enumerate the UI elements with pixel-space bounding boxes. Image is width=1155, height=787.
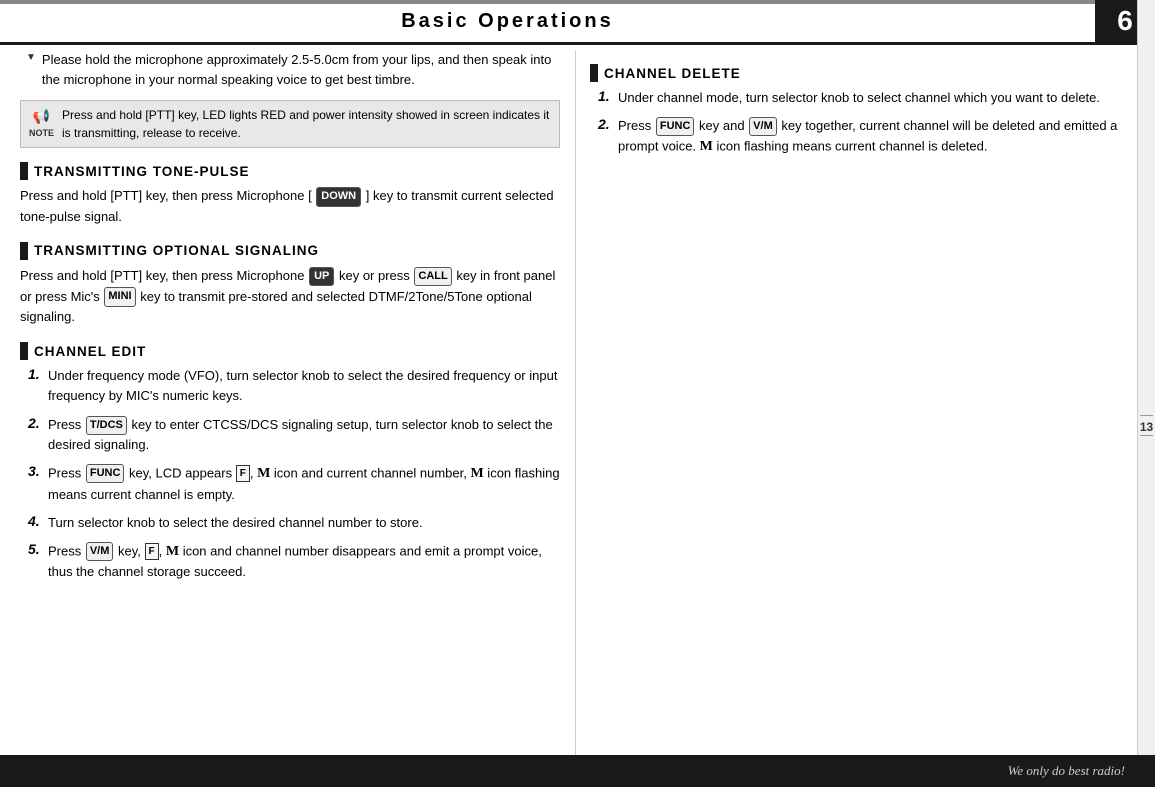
channel-edit-item-5: 5. Press V/M key, F, M icon and channel …: [28, 541, 560, 583]
up-key-badge: UP: [309, 267, 334, 287]
channel-edit-list: 1. Under frequency mode (VFO), turn sele…: [20, 366, 560, 582]
left-column: ▼ Please hold the microphone approximate…: [20, 50, 560, 591]
section-channel-edit-heading: CHANNEL EDIT: [20, 342, 560, 360]
bullet-icon: ▼: [26, 52, 36, 63]
page-title: Basic Operations: [401, 10, 614, 33]
note-box: 📢 NOTE Press and hold [PTT] key, LED lig…: [20, 100, 560, 148]
note-speaker-icon: 📢: [33, 106, 50, 127]
item-text-2: Press T/DCS key to enter CTCSS/DCS signa…: [48, 415, 560, 455]
del-item-text-1: Under channel mode, turn selector knob t…: [618, 88, 1100, 108]
section-optional-signaling-body: Press and hold [PTT] key, then press Mic…: [20, 266, 560, 328]
note-icon-area: 📢 NOTE: [29, 106, 54, 141]
tone-pulse-text1: Press and hold [PTT] key, then press Mic…: [20, 188, 315, 203]
m-icon-del: M: [700, 136, 713, 158]
footer-tagline: We only do best radio!: [1008, 763, 1125, 779]
intro-bullet: ▼ Please hold the microphone approximate…: [20, 50, 560, 90]
section-title-tone-pulse: TRANSMITTING TONE-PULSE: [34, 164, 250, 179]
m-icon-3b: M: [470, 463, 483, 485]
section-title-channel-edit: CHANNEL EDIT: [34, 344, 146, 359]
note-text: Press and hold [PTT] key, LED lights RED…: [62, 106, 551, 142]
intro-text: Please hold the microphone approximately…: [42, 50, 560, 90]
section-bar-icon2: [20, 242, 28, 260]
section-title-channel-delete: CHANNEL DELETE: [604, 66, 741, 81]
section-bar-icon3: [20, 342, 28, 360]
sidebar-page-number: 13: [1140, 420, 1153, 434]
page-footer: We only do best radio!: [0, 755, 1155, 787]
section-channel-delete-heading: CHANNEL DELETE: [590, 64, 1130, 82]
item-num-2: 2.: [28, 415, 44, 431]
section-bar-icon: [20, 162, 28, 180]
f-icon-5: F: [145, 543, 159, 561]
item-num-3: 3.: [28, 463, 44, 479]
header-title-area: Basic Operations: [0, 0, 1095, 42]
item-num-5: 5.: [28, 541, 44, 557]
opt-sig-text1: Press and hold [PTT] key, then press Mic…: [20, 268, 308, 283]
section-optional-signaling-heading: TRANSMITTING OPTIONAL SIGNALING: [20, 242, 560, 260]
note-label: NOTE: [29, 127, 54, 141]
section-transmitting-tone-pulse-heading: TRANSMITTING TONE-PULSE: [20, 162, 560, 180]
down-key-badge: DOWN: [316, 187, 361, 207]
channel-edit-item-1: 1. Under frequency mode (VFO), turn sele…: [28, 366, 560, 406]
item-text-5: Press V/M key, F, M icon and channel num…: [48, 541, 560, 583]
sidebar-line-bottom: [1140, 435, 1153, 436]
channel-delete-item-2: 2. Press FUNC key and V/M key together, …: [598, 116, 1130, 158]
item-num-4: 4.: [28, 513, 44, 529]
channel-edit-item-4: 4. Turn selector knob to select the desi…: [28, 513, 560, 533]
mini-key-badge: MINI: [104, 287, 135, 307]
m-icon-3a: M: [257, 463, 270, 485]
channel-delete-list: 1. Under channel mode, turn selector kno…: [590, 88, 1130, 158]
tdcs-key-badge: T/DCS: [86, 416, 127, 435]
section-title-optional-signaling: TRANSMITTING OPTIONAL SIGNALING: [34, 243, 319, 258]
channel-delete-item-1: 1. Under channel mode, turn selector kno…: [598, 88, 1130, 108]
del-item-text-2: Press FUNC key and V/M key together, cur…: [618, 116, 1130, 158]
vm-key-badge-5: V/M: [86, 542, 114, 561]
page-number-badge: 6: [1117, 5, 1133, 37]
item-text-3: Press FUNC key, LCD appears F, M icon an…: [48, 463, 560, 505]
call-key-badge: CALL: [414, 267, 451, 287]
del-item-num-1: 1.: [598, 88, 614, 104]
del-item-num-2: 2.: [598, 116, 614, 132]
func-key-badge-3: FUNC: [86, 464, 125, 483]
vm-key-badge-del: V/M: [749, 117, 777, 136]
right-column: CHANNEL DELETE 1. Under channel mode, tu…: [590, 50, 1130, 166]
section-bar-icon4: [590, 64, 598, 82]
item-num-1: 1.: [28, 366, 44, 382]
item-text-4: Turn selector knob to select the desired…: [48, 513, 423, 533]
channel-edit-item-2: 2. Press T/DCS key to enter CTCSS/DCS si…: [28, 415, 560, 455]
channel-edit-item-3: 3. Press FUNC key, LCD appears F, M icon…: [28, 463, 560, 505]
header-top-decorative-line: [0, 0, 1095, 4]
m-icon-5: M: [166, 541, 179, 563]
section-tone-pulse-body: Press and hold [PTT] key, then press Mic…: [20, 186, 560, 228]
sidebar-line-top: [1140, 415, 1153, 416]
func-key-badge-del: FUNC: [656, 117, 695, 136]
f-icon-3a: F: [236, 465, 250, 483]
header-bottom-line: [0, 42, 1155, 45]
right-sidebar: 13: [1137, 0, 1155, 787]
item-text-1: Under frequency mode (VFO), turn selecto…: [48, 366, 560, 406]
opt-sig-text2: key or press: [335, 268, 413, 283]
page-header: Basic Operations 6: [0, 0, 1155, 42]
column-divider: [575, 50, 576, 760]
